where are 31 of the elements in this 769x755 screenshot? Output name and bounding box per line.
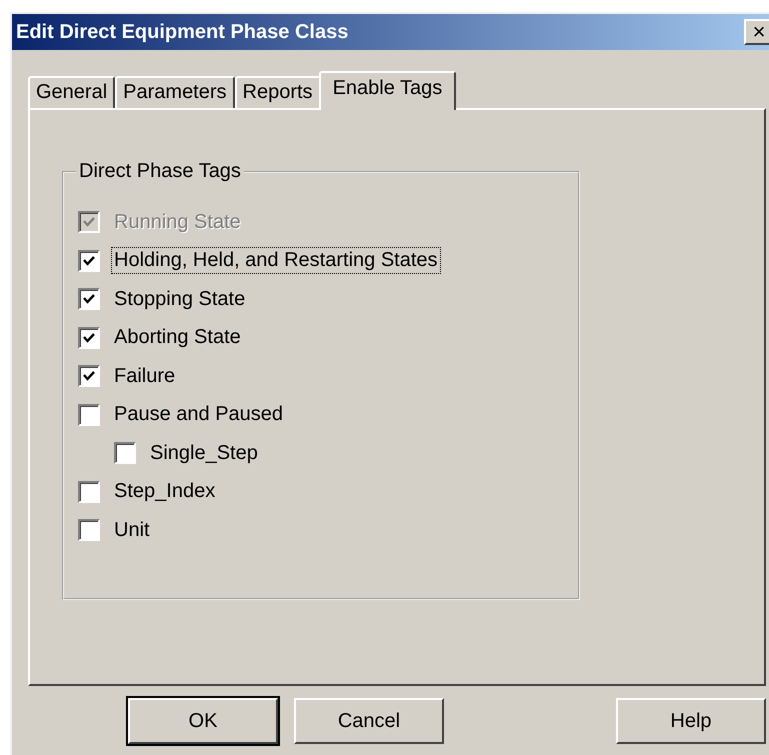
checkbox-label[interactable]: Pause and Paused (112, 402, 286, 428)
checkbox[interactable] (78, 250, 100, 272)
checkbox-label[interactable]: Stopping State (112, 286, 248, 312)
dialog-button[interactable]: Help (616, 698, 766, 744)
group-title: Direct Phase Tags (78, 160, 242, 183)
check-icon (83, 371, 95, 382)
checkbox-label[interactable]: Failure (112, 364, 178, 389)
checkbox[interactable] (78, 326, 100, 349)
window-title: Edit Direct Equipment Phase Class (16, 20, 348, 44)
checkbox-label[interactable]: Single_Step (148, 440, 260, 466)
tab[interactable]: Enable Tags (318, 71, 456, 110)
checkbox[interactable] (78, 404, 100, 426)
checkbox[interactable] (114, 442, 136, 464)
check-icon (83, 294, 95, 304)
dialog-button[interactable]: Cancel (294, 698, 444, 744)
close-button[interactable]: × (744, 19, 769, 45)
tab[interactable]: General (28, 76, 116, 108)
check-icon (83, 256, 95, 266)
checkbox[interactable] (78, 365, 100, 388)
checkbox[interactable] (78, 480, 100, 503)
checkbox-label[interactable]: Unit (112, 518, 152, 543)
check-icon (83, 217, 95, 228)
checkbox-label[interactable]: Holding, Held, and Restarting States (112, 248, 440, 274)
tab[interactable]: Reports (234, 76, 321, 108)
checkbox[interactable] (78, 288, 100, 310)
check-icon (83, 332, 95, 343)
checkbox[interactable] (78, 519, 100, 542)
checkbox-label[interactable]: Aborting State (112, 325, 243, 350)
tab[interactable]: Parameters (115, 76, 235, 108)
dialog-button[interactable]: OK (128, 698, 278, 744)
checkbox-label[interactable]: Step_Index (112, 479, 218, 504)
